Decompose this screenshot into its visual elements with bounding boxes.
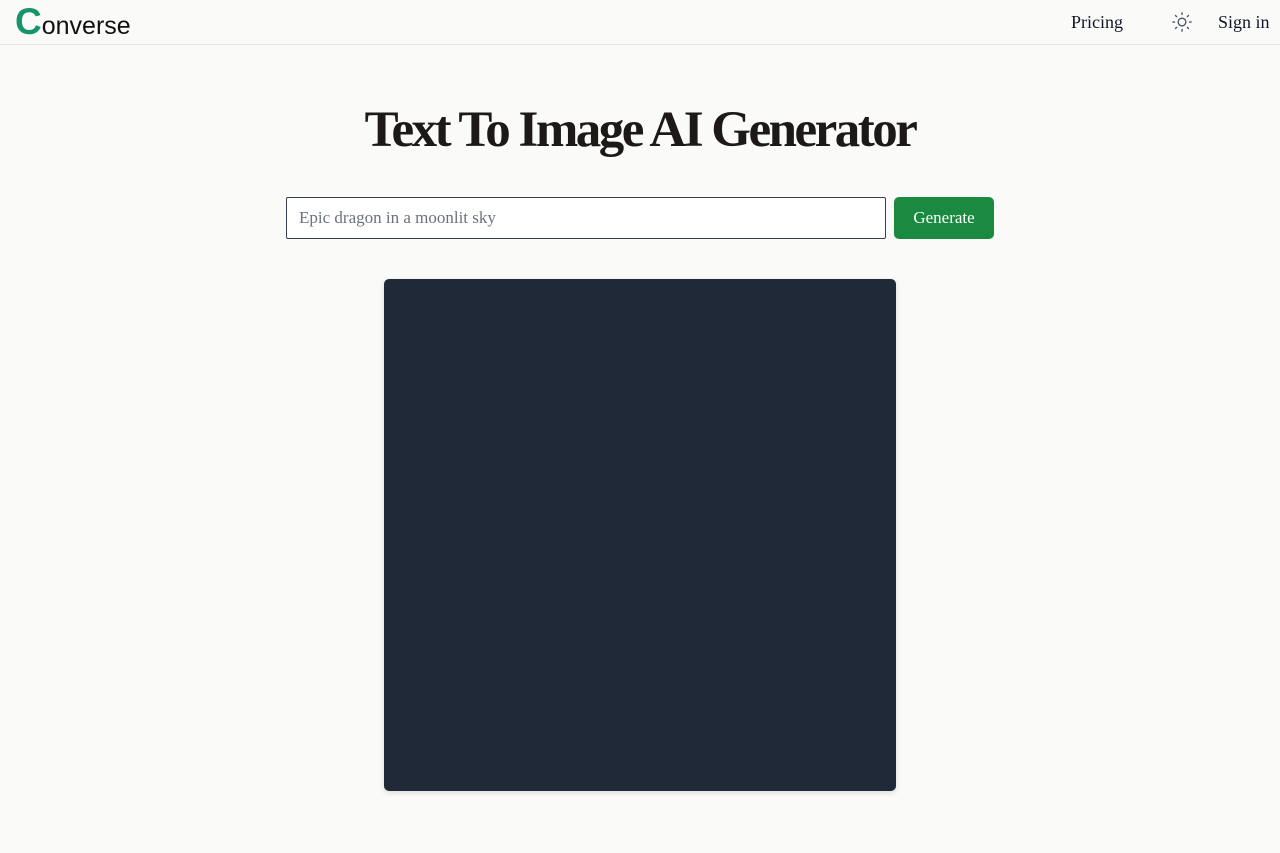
generated-image-placeholder (384, 279, 896, 791)
top-navbar: C onverse Pricing Sign in (0, 0, 1280, 45)
brand-logo-initial: C (15, 1, 42, 42)
prompt-input[interactable] (286, 197, 886, 239)
theme-toggle-button[interactable] (1170, 10, 1194, 34)
generate-button[interactable]: Generate (894, 197, 994, 239)
brand-logo[interactable]: C onverse (15, 2, 131, 46)
sun-icon (1172, 12, 1192, 32)
nav-signin-link[interactable]: Sign in (1218, 11, 1270, 33)
page-title: Text To Image AI Generator (364, 102, 918, 158)
nav-pricing-link[interactable]: Pricing (1071, 11, 1123, 33)
brand-logo-text: onverse (41, 12, 131, 40)
